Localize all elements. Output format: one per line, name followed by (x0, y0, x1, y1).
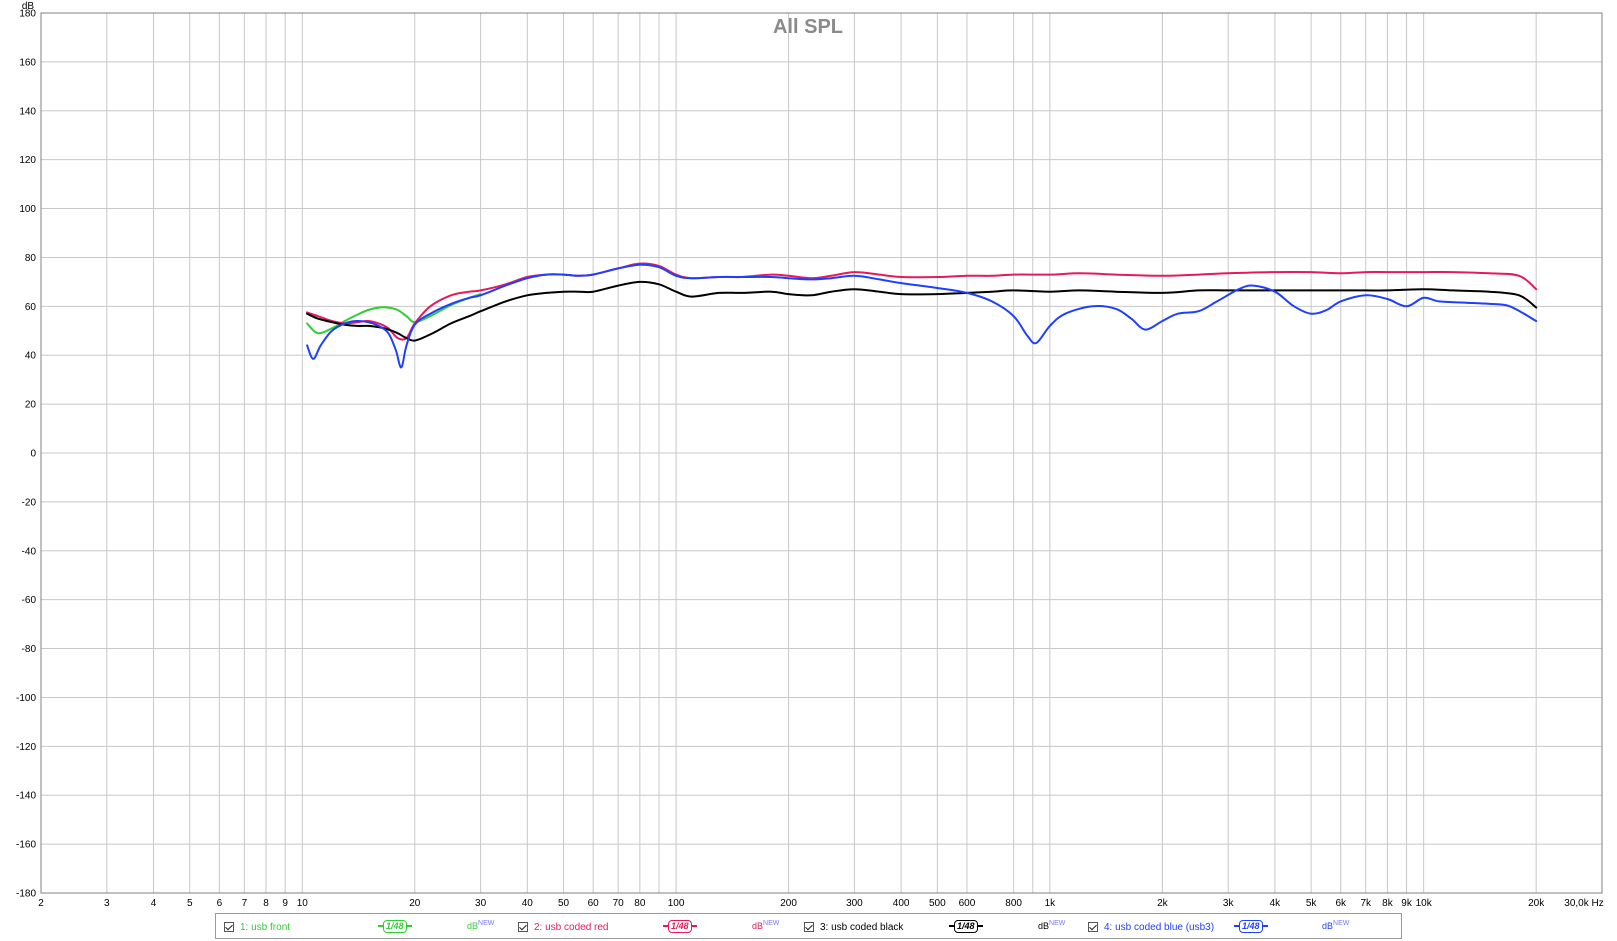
series-line-usb-coded-blue (306, 263, 1538, 369)
x-tick-label: 30 (475, 898, 487, 909)
y-tick-label: -120 (16, 742, 36, 753)
x-tick-label: 100 (668, 898, 685, 909)
x-tick-label: 6 (217, 898, 223, 909)
series-line-usb-coded-red (306, 262, 1538, 341)
x-tick-label: 50 (558, 898, 570, 909)
y-tick-label: 0 (30, 449, 36, 460)
x-tick-label: 1k (1045, 898, 1057, 909)
x-tick-label: 3 (104, 898, 110, 909)
x-tick-label: 300 (846, 898, 863, 909)
y-tick-label: -20 (22, 497, 37, 508)
y-tick-label: 140 (19, 106, 36, 117)
x-tick-label: 80 (634, 898, 646, 909)
x-tick-label: 600 (959, 898, 976, 909)
checkbox-usb-coded-red[interactable] (518, 922, 528, 932)
smoothing-badge-usb-coded-blue[interactable]: 1/48 (1234, 919, 1268, 933)
x-tick-label: 4 (151, 898, 157, 909)
unit-label-usb-front[interactable]: dBNEW (467, 920, 494, 931)
unit-label-usb-coded-black[interactable]: dBNEW (1038, 920, 1065, 931)
checkbox-usb-coded-blue[interactable] (1088, 922, 1098, 932)
legend-label-usb-front: 1: usb front (240, 921, 291, 933)
smoothing-badge-usb-front[interactable]: 1/48 (378, 919, 412, 933)
smoothing-badge-usb-coded-black[interactable]: 1/48 (949, 919, 983, 933)
x-tick-label: 5 (187, 898, 193, 909)
series-lines (306, 262, 1538, 369)
unit-label-usb-coded-red[interactable]: dBNEW (752, 920, 779, 931)
spl-chart: All SPL dB 180160140120100806040200-20-4… (16, 1, 1604, 909)
y-tick-label: -160 (16, 840, 36, 851)
smoothing-badge-usb-coded-red[interactable]: 1/48 (663, 919, 697, 933)
x-tick-label: 20 (409, 898, 421, 909)
x-tick-label: 800 (1005, 898, 1022, 909)
unit-label-usb-coded-blue[interactable]: dBNEW (1322, 920, 1349, 931)
legend-item-usb-coded-black[interactable]: 3: usb coded black (804, 919, 903, 935)
x-tick-label: 40 (522, 898, 534, 909)
y-tick-label: 60 (25, 302, 37, 313)
legend-item-usb-front[interactable]: 1: usb front (224, 919, 290, 935)
legend-item-usb-coded-red[interactable]: 2: usb coded red (518, 919, 609, 935)
x-tick-label: 2 (38, 898, 44, 909)
grid (41, 12, 1602, 894)
x-tick-label: 9k (1401, 898, 1413, 909)
x-tick-label: 10 (297, 898, 309, 909)
y-tick-label: -100 (16, 693, 36, 704)
legend-label-usb-coded-blue: 4: usb coded blue (usb3) (1104, 921, 1215, 933)
chart-title: All SPL (773, 16, 843, 38)
y-tick-label: -80 (22, 644, 37, 655)
legend-label-usb-coded-black: 3: usb coded black (820, 921, 904, 933)
y-tick-label: 180 (19, 9, 36, 20)
x-tick-label: 2k (1157, 898, 1169, 909)
y-tick-label: -180 (16, 889, 36, 900)
x-tick-label: 10k (1416, 898, 1433, 909)
x-tick-label: 8k (1382, 898, 1394, 909)
x-tick-label: 5k (1306, 898, 1318, 909)
x-tick-label: 70 (613, 898, 625, 909)
x-tick-label: 9 (282, 898, 288, 909)
series-line-usb-front (306, 293, 482, 335)
legend-bar: 1: usb front 1/48 dBNEW 2: usb coded red… (215, 913, 1402, 939)
y-tick-label: 120 (19, 155, 36, 166)
checkbox-usb-front[interactable] (224, 922, 234, 932)
x-tick-label: 4k (1270, 898, 1282, 909)
x-tick-label: 3k (1223, 898, 1235, 909)
x-tick-label: 20k (1528, 898, 1545, 909)
checkbox-usb-coded-black[interactable] (804, 922, 814, 932)
x-tick-label: 30,0k Hz (1564, 898, 1603, 909)
x-tick-label: 60 (588, 898, 600, 909)
x-tick-label: 200 (780, 898, 797, 909)
y-tick-label: 80 (25, 253, 37, 264)
y-tick-label: 160 (19, 57, 36, 68)
y-tick-label: 100 (19, 204, 36, 215)
x-tick-label: 400 (893, 898, 910, 909)
x-tick-label: 6k (1335, 898, 1347, 909)
x-tick-label: 500 (929, 898, 946, 909)
y-tick-label: -40 (22, 546, 37, 557)
x-tick-label: 7 (242, 898, 248, 909)
y-tick-label: 40 (25, 351, 37, 362)
y-tick-label: -60 (22, 595, 37, 606)
x-tick-label: 7k (1360, 898, 1372, 909)
legend-item-usb-coded-blue[interactable]: 4: usb coded blue (usb3) (1088, 919, 1214, 935)
legend-label-usb-coded-red: 2: usb coded red (534, 921, 609, 933)
y-tick-label: 20 (25, 400, 37, 411)
x-tick-label: 8 (263, 898, 269, 909)
y-tick-label: -140 (16, 791, 36, 802)
